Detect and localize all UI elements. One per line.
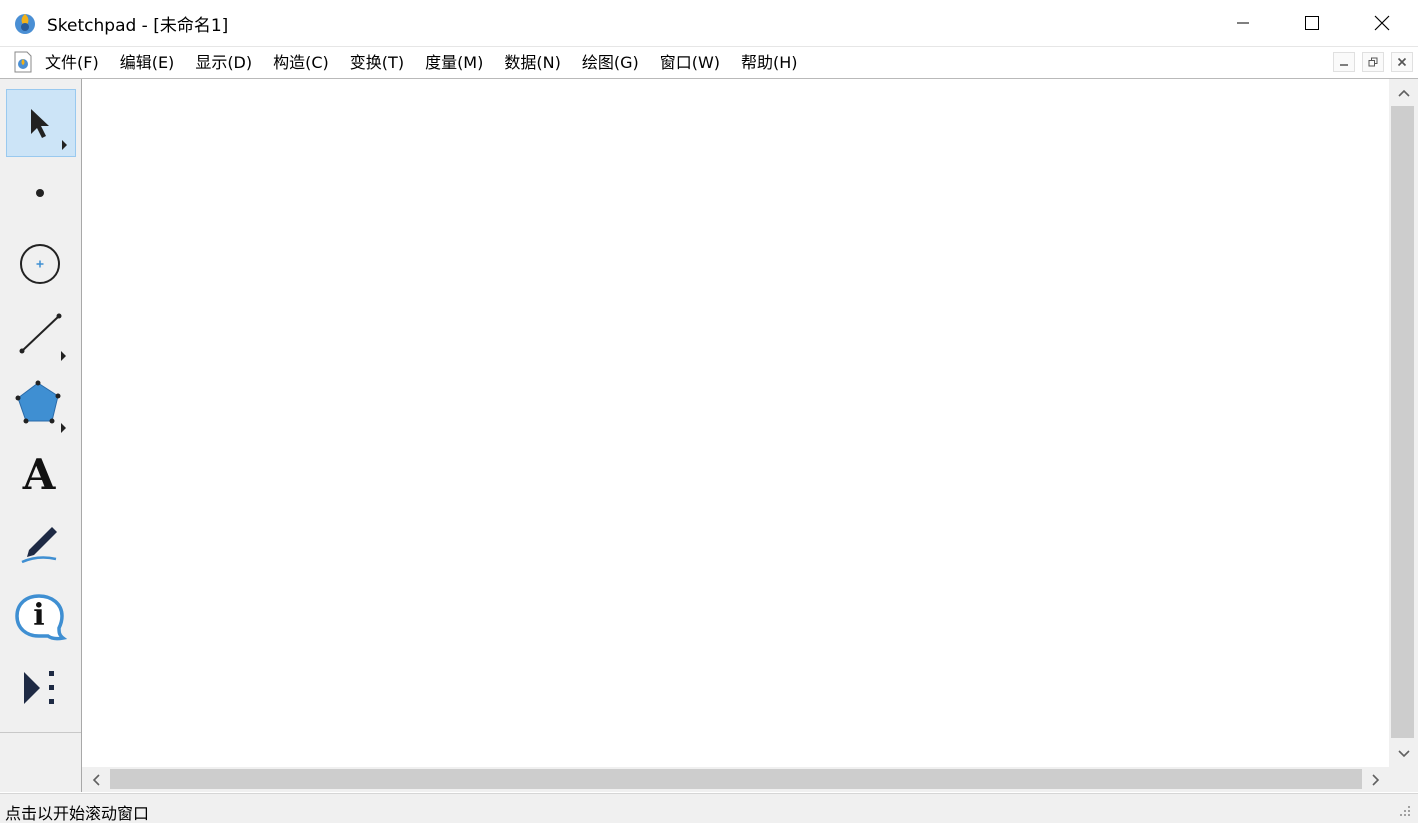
- maximize-button[interactable]: [1277, 0, 1347, 46]
- chevron-left-icon: [92, 773, 100, 786]
- menu-help[interactable]: 帮助(H): [730, 47, 808, 78]
- document-icon[interactable]: [12, 51, 34, 73]
- sketchpad-app-icon: [15, 14, 35, 34]
- menu-edit[interactable]: 编辑(E): [109, 47, 185, 78]
- resize-grip-icon[interactable]: [1398, 804, 1412, 818]
- status-bar: 点击以开始滚动窗口: [0, 793, 1418, 823]
- sketch-canvas[interactable]: [82, 79, 1389, 767]
- cursor-arrow-icon: [31, 109, 67, 150]
- menu-bar: 文件(F) 编辑(E) 显示(D) 构造(C) 变换(T) 度量(M) 数据(N…: [0, 46, 1418, 79]
- menu-list: 文件(F) 编辑(E) 显示(D) 构造(C) 变换(T) 度量(M) 数据(N…: [34, 47, 808, 78]
- information-tool[interactable]: i: [6, 583, 76, 651]
- scrollbar-corner: [1389, 767, 1418, 792]
- point-tool[interactable]: [6, 159, 76, 227]
- scroll-up-button[interactable]: [1389, 79, 1418, 106]
- marker-pen-icon: [21, 527, 57, 564]
- custom-tool-icon: [24, 671, 54, 704]
- text-a-icon: A: [22, 450, 56, 499]
- scroll-right-button[interactable]: [1362, 767, 1389, 792]
- vertical-scroll-thumb[interactable]: [1391, 106, 1414, 738]
- close-icon: [1374, 15, 1390, 31]
- title-bar: Sketchpad - [未命名1]: [0, 0, 1418, 46]
- arrow-tool[interactable]: [6, 89, 76, 157]
- minimize-button[interactable]: [1208, 0, 1278, 46]
- maximize-icon: [1305, 16, 1319, 30]
- segment-icon: [19, 313, 66, 361]
- doc-close-button[interactable]: [1391, 52, 1413, 72]
- polygon-tool[interactable]: [6, 371, 76, 439]
- circle-icon: [20, 244, 60, 284]
- doc-minimize-button[interactable]: [1333, 52, 1355, 72]
- menu-file[interactable]: 文件(F): [34, 47, 109, 78]
- chevron-right-icon: [1371, 773, 1379, 786]
- straightedge-tool[interactable]: [6, 301, 76, 369]
- marker-tool[interactable]: [6, 513, 76, 581]
- menu-data[interactable]: 数据(N): [493, 47, 570, 78]
- point-icon: [36, 189, 44, 197]
- chevron-up-icon: [1397, 89, 1410, 97]
- menu-transform[interactable]: 变换(T): [339, 47, 414, 78]
- menu-measure[interactable]: 度量(M): [414, 47, 493, 78]
- minimize-icon: [1237, 22, 1249, 24]
- restore-icon: [1368, 57, 1378, 67]
- scroll-left-button[interactable]: [82, 767, 109, 792]
- doc-restore-button[interactable]: [1362, 52, 1384, 72]
- chevron-down-icon: [1397, 749, 1410, 757]
- compass-tool[interactable]: [6, 230, 76, 298]
- custom-tool[interactable]: [6, 654, 76, 722]
- status-text: 点击以开始滚动窗口: [5, 804, 150, 823]
- pentagon-icon: [15, 380, 66, 433]
- scroll-down-button[interactable]: [1389, 740, 1418, 767]
- window-title: Sketchpad - [未命名1]: [47, 16, 229, 36]
- menu-display[interactable]: 显示(D): [184, 47, 262, 78]
- menu-graph[interactable]: 绘图(G): [571, 47, 649, 78]
- toolbox: A i: [0, 79, 82, 792]
- menu-construct[interactable]: 构造(C): [262, 47, 339, 78]
- text-tool[interactable]: A: [6, 442, 76, 510]
- minimize-icon: [1340, 64, 1348, 66]
- menu-window[interactable]: 窗口(W): [649, 47, 730, 78]
- close-button[interactable]: [1347, 0, 1417, 46]
- toolbox-separator: [0, 732, 81, 733]
- horizontal-scroll-thumb[interactable]: [110, 769, 1362, 789]
- info-glyph: i: [33, 598, 45, 633]
- close-icon: [1397, 57, 1407, 67]
